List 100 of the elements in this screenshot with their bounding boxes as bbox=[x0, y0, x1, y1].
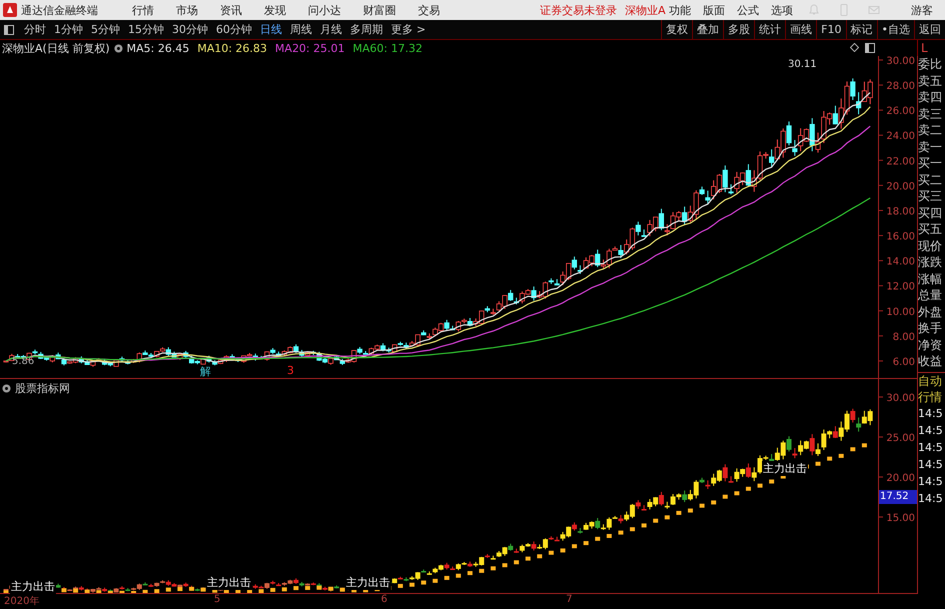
axis-label: 25.00 bbox=[886, 433, 915, 444]
period-tab[interactable]: 分时 bbox=[20, 22, 50, 37]
panel-toggle-icon[interactable] bbox=[4, 24, 14, 34]
axis-label: 30.00 bbox=[886, 393, 915, 404]
period-tab[interactable]: 60分钟 bbox=[212, 22, 256, 37]
current-value-label: 17.52 bbox=[879, 490, 917, 504]
axis-label: 16.00 bbox=[886, 232, 915, 243]
menu-item[interactable]: 问小达 bbox=[308, 2, 341, 18]
quote-label: 换手 bbox=[918, 320, 943, 336]
trade-time: 14:5 bbox=[918, 490, 944, 506]
quote-label: 买三 bbox=[918, 188, 943, 204]
menu-item[interactable]: 行情 bbox=[132, 2, 154, 18]
period-tab[interactable]: 日线 bbox=[256, 22, 286, 37]
feed-title[interactable]: 自动 bbox=[918, 372, 945, 388]
toolbar-button[interactable]: F10 bbox=[816, 20, 846, 39]
signal-label: 主力出击 bbox=[206, 575, 252, 590]
quote-label: 卖五 bbox=[918, 72, 943, 89]
ma-value: MA60: 17.32 bbox=[352, 42, 422, 54]
axis-label: 6.00 bbox=[892, 356, 915, 368]
settings-icon[interactable] bbox=[114, 44, 123, 52]
quote-label: 委比 bbox=[918, 56, 943, 72]
diamond-icon[interactable] bbox=[850, 43, 859, 53]
trade-time: 14:5 bbox=[918, 474, 944, 490]
event-marker[interactable]: 3 bbox=[287, 364, 294, 377]
axis-label: 30.00 bbox=[886, 56, 915, 67]
quote-label: 外盘 bbox=[918, 304, 943, 320]
period-tab[interactable]: 15分钟 bbox=[124, 22, 168, 37]
period-tab[interactable]: 月线 bbox=[316, 22, 346, 37]
high-price-label: 30.11 bbox=[788, 59, 817, 70]
menu-item[interactable]: 功能 bbox=[669, 2, 691, 18]
low-price-label: 5.86 bbox=[12, 356, 34, 367]
axis-label: 20.00 bbox=[886, 181, 915, 192]
quote-label: 现价 bbox=[918, 238, 943, 254]
menu-item[interactable]: 公式 bbox=[737, 2, 759, 18]
sidebar-tab[interactable]: L bbox=[918, 40, 945, 56]
app-title: 通达信金融终端 bbox=[21, 2, 98, 18]
period-tab[interactable]: 多周期 bbox=[346, 22, 387, 37]
axis-label: 10.00 bbox=[886, 306, 915, 318]
quote-label: 涨幅 bbox=[918, 270, 943, 287]
ma-value: MA5: 26.45 bbox=[126, 42, 190, 54]
menu-item[interactable]: 选项 bbox=[771, 2, 793, 18]
axis-label: 15.00 bbox=[886, 513, 915, 524]
date-label: 5 bbox=[214, 594, 220, 605]
toolbar-button[interactable]: 统计 bbox=[754, 20, 786, 39]
trade-time: 14:5 bbox=[918, 440, 944, 456]
toolbar-button[interactable]: 复权 bbox=[661, 20, 692, 39]
settings-icon[interactable] bbox=[2, 384, 11, 393]
signal-label: 主力出击 bbox=[10, 579, 56, 594]
panel-toggle-icon[interactable] bbox=[865, 43, 875, 53]
axis-label: 26.00 bbox=[886, 106, 915, 118]
quote-label: 买一 bbox=[918, 155, 943, 172]
axis-label: 22.00 bbox=[886, 156, 915, 168]
axis-label: 8.00 bbox=[892, 332, 915, 343]
menu-item[interactable]: 交易 bbox=[418, 2, 440, 18]
period-tab[interactable]: 1分钟 bbox=[50, 22, 87, 37]
event-marker[interactable]: 解 bbox=[200, 364, 211, 379]
trade-time: 14:5 bbox=[918, 456, 944, 472]
date-label: 7 bbox=[566, 594, 572, 605]
menu-item[interactable]: 市场 bbox=[176, 2, 198, 18]
axis-label: 18.00 bbox=[886, 206, 915, 218]
quote-label: 卖三 bbox=[918, 106, 943, 122]
quote-label: 收益 bbox=[918, 353, 943, 370]
status-text[interactable]: 深物业A bbox=[625, 2, 666, 18]
toolbar-button[interactable]: •自选 bbox=[876, 20, 914, 39]
toolbar-button[interactable]: 返回 bbox=[914, 20, 945, 39]
logo-icon bbox=[3, 3, 17, 17]
signal-label: 主力出击 bbox=[762, 461, 808, 476]
quote-label: 总量 bbox=[918, 287, 943, 304]
date-label: 6 bbox=[381, 594, 388, 605]
toolbar-button[interactable]: 画线 bbox=[785, 20, 816, 39]
quote-label: 净资 bbox=[918, 336, 943, 353]
menu-item[interactable]: 资讯 bbox=[220, 2, 242, 18]
menu-item[interactable]: 财富圈 bbox=[363, 2, 396, 18]
axis-label: 14.00 bbox=[886, 256, 915, 268]
menu-item[interactable]: 版面 bbox=[703, 2, 725, 18]
quote-label: 卖二 bbox=[918, 122, 943, 138]
axis-label: 12.00 bbox=[886, 282, 915, 293]
trade-time: 14:5 bbox=[918, 406, 944, 422]
axis-label: 24.00 bbox=[886, 131, 915, 142]
toolbar-button[interactable]: 叠加 bbox=[692, 20, 724, 39]
toolbar-button[interactable]: 标记 bbox=[846, 20, 876, 39]
feed-title[interactable]: 行情 bbox=[918, 388, 945, 404]
quote-label: 卖四 bbox=[918, 89, 943, 106]
toolbar-button[interactable]: 多股 bbox=[723, 20, 754, 39]
trade-time: 14:5 bbox=[918, 422, 944, 438]
date-label: 2020年 bbox=[4, 595, 40, 608]
indicator-title: 股票指标网 bbox=[15, 381, 70, 396]
period-tab[interactable]: 更多 > bbox=[387, 22, 430, 37]
menu-item[interactable]: 发现 bbox=[264, 2, 286, 18]
quote-label: 买二 bbox=[918, 172, 943, 188]
ma-value: MA10: 26.83 bbox=[197, 42, 268, 54]
period-tab[interactable]: 周线 bbox=[286, 22, 316, 37]
axis-label: 28.00 bbox=[886, 81, 915, 92]
quote-label: 涨跌 bbox=[918, 254, 943, 270]
axis-label: 20.00 bbox=[886, 473, 915, 484]
quote-label: 买五 bbox=[918, 221, 943, 238]
status-text[interactable]: 证券交易未登录 bbox=[540, 2, 617, 18]
period-tab[interactable]: 5分钟 bbox=[87, 22, 124, 37]
user-label[interactable]: 游客 bbox=[911, 2, 933, 18]
period-tab[interactable]: 30分钟 bbox=[168, 22, 212, 37]
